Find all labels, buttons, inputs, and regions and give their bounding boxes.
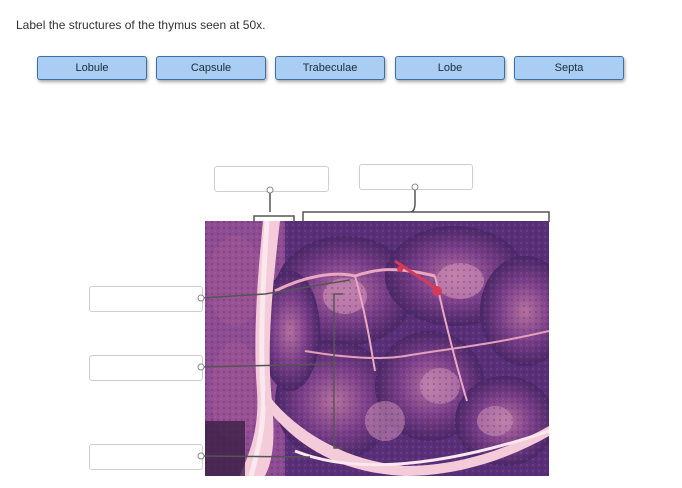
drop-target-top-left[interactable] [214, 166, 329, 192]
drop-target-top-right[interactable] [359, 164, 473, 190]
question-instruction: Label the structures of the thymus seen … [16, 18, 266, 32]
drop-target-left-2[interactable] [89, 355, 203, 381]
label-chip-lobe[interactable]: Lobe [395, 56, 505, 80]
label-chip-septa[interactable]: Septa [514, 56, 624, 80]
thymus-tissue-image [205, 221, 549, 476]
label-chip-lobule[interactable]: Lobule [37, 56, 147, 80]
label-chip-capsule[interactable]: Capsule [156, 56, 266, 80]
drop-target-left-1[interactable] [89, 286, 203, 312]
label-chip-trabeculae[interactable]: Trabeculae [275, 56, 385, 80]
drop-target-left-3[interactable] [89, 444, 203, 470]
thymus-micrograph [205, 221, 549, 476]
